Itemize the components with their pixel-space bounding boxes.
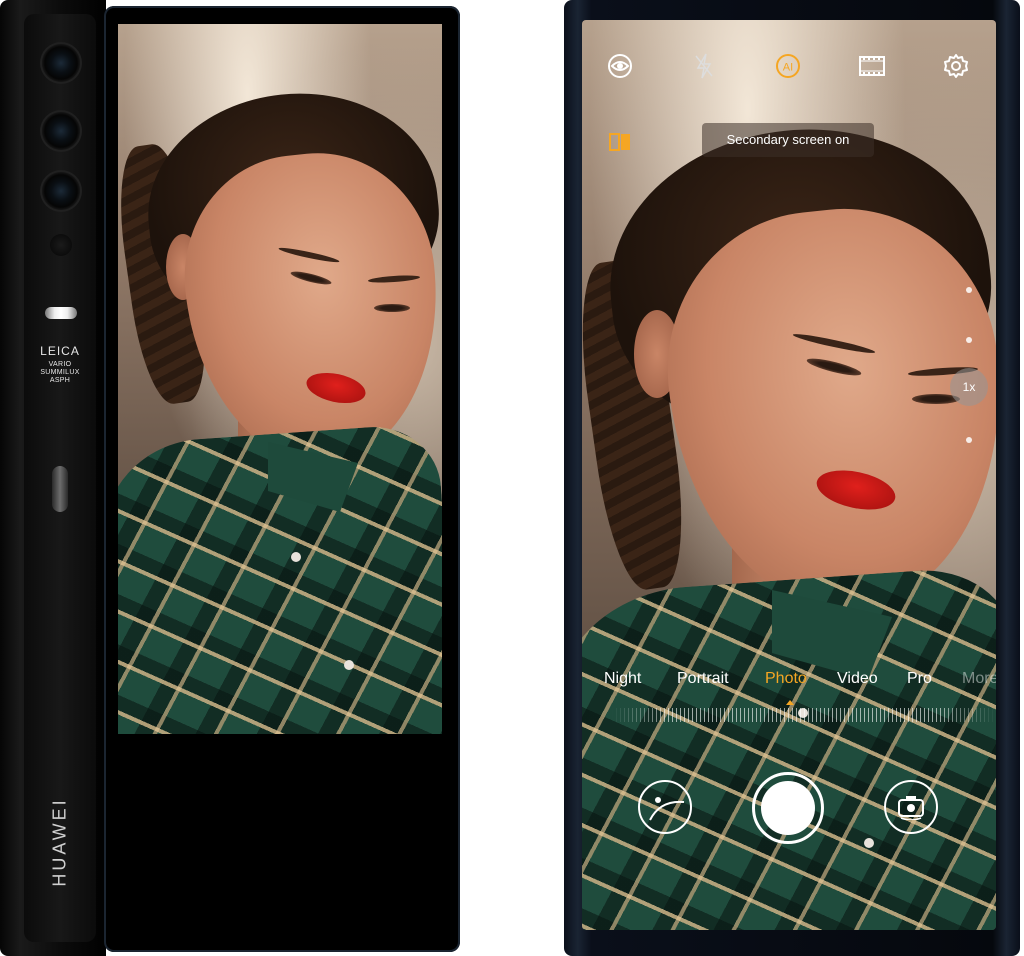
film-icon[interactable] <box>852 46 892 86</box>
switch-camera-icon[interactable] <box>884 780 938 834</box>
zoom-step-dot[interactable] <box>966 337 972 343</box>
leica-brand: LEICA <box>40 344 80 358</box>
zoom-step-dot[interactable] <box>966 287 972 293</box>
mode-night[interactable]: Night <box>604 670 641 688</box>
zoom-scale[interactable] <box>612 708 996 722</box>
camera-lens-icon <box>42 44 80 82</box>
power-button[interactable] <box>52 466 68 512</box>
ai-label: AI <box>783 62 793 74</box>
camera-lens-icon <box>42 112 80 150</box>
screen-empty-area <box>118 734 442 940</box>
viewfinder-preview <box>118 24 442 734</box>
mode-selector: Night Portrait Photo Video Pro More <box>582 670 996 696</box>
secondary-screen-toast: Secondary screen on <box>702 123 874 157</box>
gear-icon[interactable] <box>936 46 976 86</box>
lens-text: VARIO <box>48 361 72 368</box>
lens-text: SUMMILUX <box>40 369 80 376</box>
sensor-icon <box>50 234 72 256</box>
mode-photo[interactable]: Photo <box>765 670 807 688</box>
mode-video[interactable]: Video <box>837 670 878 688</box>
camera-lens-icon <box>42 172 80 210</box>
camera-bar: LEICA VARIO SUMMILUX ASPH HUAWEI <box>0 0 100 956</box>
mode-pro[interactable]: Pro <box>907 670 932 688</box>
lens-text: ASPH <box>49 377 71 384</box>
flash-off-icon[interactable] <box>684 46 724 86</box>
device-brand: HUAWEI <box>49 797 70 887</box>
folded-phone: LEICA VARIO SUMMILUX ASPH HUAWEI <box>0 0 462 956</box>
gallery-thumbnail[interactable] <box>638 780 692 834</box>
zoom-button[interactable]: 1x <box>950 368 988 406</box>
shutter-button[interactable] <box>752 772 824 844</box>
dual-screen-icon[interactable] <box>608 130 632 154</box>
shutter-inner <box>761 781 815 835</box>
mode-portrait[interactable]: Portrait <box>677 670 729 688</box>
aperture-icon[interactable] <box>600 46 640 86</box>
camera-top-bar: AI <box>582 46 996 86</box>
flash-led <box>45 307 77 319</box>
ai-icon[interactable]: AI <box>768 46 808 86</box>
zoom-step-dot[interactable] <box>966 437 972 443</box>
mode-indicator <box>786 700 794 705</box>
mode-more[interactable]: More <box>962 670 996 688</box>
